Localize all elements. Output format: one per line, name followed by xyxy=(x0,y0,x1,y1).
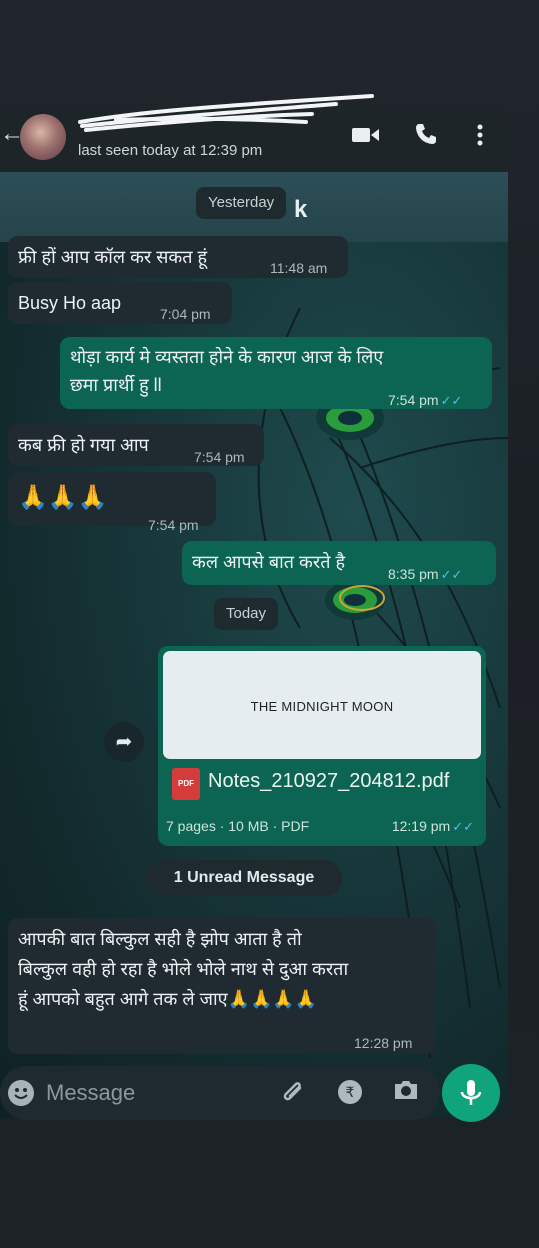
mic-icon xyxy=(460,1080,482,1105)
emoji-icon[interactable] xyxy=(8,1080,34,1106)
paperclip-icon[interactable] xyxy=(280,1078,306,1106)
message-text: कब फ्री हो गया आप xyxy=(18,435,149,455)
message-incoming[interactable]: 🙏🙏🙏 7:54 pm xyxy=(8,472,216,533)
pdf-file-icon: PDF xyxy=(172,768,200,800)
message-input[interactable] xyxy=(46,1076,266,1110)
message-text-line: थोड़ा कार्य मे व्यस्तता होने के कारण आज … xyxy=(70,347,384,367)
document-message[interactable]: THE MIDNIGHT MOON PDF Notes_210927_20481… xyxy=(158,646,486,846)
message-text: फ्री हों आप कॉल कर सकत हूं xyxy=(18,247,208,267)
message-time: 11:48 am xyxy=(270,260,328,276)
message-time: 7:04 pm xyxy=(160,306,211,322)
message-text-line: बिल्कुल वही हो रहा है भोले भोले नाथ से द… xyxy=(18,959,349,979)
wallpaper-banner-text: k xyxy=(294,196,308,223)
message-incoming[interactable]: Busy Ho aap 7:04 pm xyxy=(8,282,232,324)
message-time: 8:35 pm ✓✓ xyxy=(388,566,463,582)
message-text: Busy Ho aap xyxy=(18,293,122,313)
more-vert-icon[interactable] xyxy=(476,124,484,146)
message-text: कल आपसे बात करते है xyxy=(192,552,346,572)
message-incoming[interactable]: आपकी बात बिल्कुल सही है झोप आता है तो बि… xyxy=(8,918,436,1054)
read-ticks-icon: ✓✓ xyxy=(440,393,463,408)
message-outgoing[interactable]: थोड़ा कार्य मे व्यस्तता होने के कारण आज … xyxy=(60,337,492,409)
document-meta: 7 pages · 10 MB · PDF xyxy=(166,818,310,834)
document-preview-text: THE MIDNIGHT MOON xyxy=(250,699,394,714)
avatar[interactable] xyxy=(20,114,66,160)
last-seen-status: last seen today at 12:39 pm xyxy=(78,142,263,159)
forward-icon[interactable]: ➦ xyxy=(104,722,144,762)
document-file-name: Notes_210927_204812.pdf xyxy=(208,770,450,792)
date-chip-today: Today xyxy=(214,598,279,630)
rupee-icon[interactable]: ₹ xyxy=(336,1078,364,1106)
message-time: 7:54 pm xyxy=(148,517,199,533)
date-chip-yesterday: Yesterday xyxy=(196,187,287,219)
message-incoming[interactable]: कब फ्री हो गया आप 7:54 pm xyxy=(8,424,264,466)
video-call-icon[interactable] xyxy=(352,126,380,144)
message-text-line: आपकी बात बिल्कुल सही है झोप आता है तो xyxy=(18,929,302,949)
redacted-contact-name[interactable] xyxy=(76,92,376,138)
document-preview[interactable]: THE MIDNIGHT MOON xyxy=(163,651,481,759)
read-ticks-icon: ✓✓ xyxy=(440,567,463,582)
phone-screen: k ← last seen today at 12:39 pm Yesterda… xyxy=(0,0,539,1248)
message-outgoing[interactable]: कल आपसे बात करते है 8:35 pm ✓✓ xyxy=(182,541,496,585)
phone-icon[interactable] xyxy=(414,122,438,146)
message-text-line: हूं आपको बहुत आगे तक ले जाए🙏🙏🙏🙏 xyxy=(18,989,318,1009)
message-time: 7:54 pm ✓✓ xyxy=(388,392,463,408)
message-time: 7:54 pm xyxy=(194,449,245,465)
message-time: 12:28 pm xyxy=(354,1035,413,1051)
message-time: 12:19 pm ✓✓ xyxy=(391,818,474,834)
message-incoming[interactable]: फ्री हों आप कॉल कर सकत हूं 11:48 am xyxy=(8,236,348,278)
mic-button[interactable] xyxy=(442,1064,500,1122)
message-text: 🙏🙏🙏 xyxy=(18,484,108,511)
svg-text:₹: ₹ xyxy=(346,1085,355,1101)
camera-icon[interactable] xyxy=(392,1078,420,1102)
unread-messages-divider: 1 Unread Message xyxy=(146,860,342,896)
read-ticks-icon: ✓✓ xyxy=(452,819,474,834)
